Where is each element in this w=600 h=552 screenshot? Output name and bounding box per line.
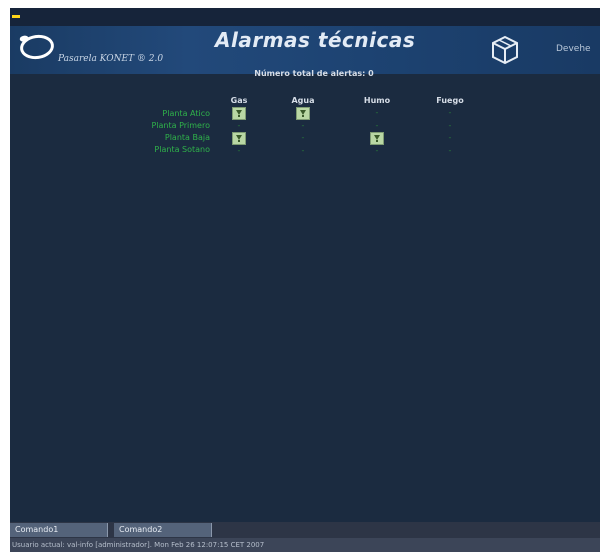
empty-cell-dash: - [375, 121, 379, 130]
cell-atico-fuego: - [420, 107, 480, 119]
cell-primero-fuego: - [420, 120, 480, 132]
alarm-icon [296, 106, 310, 120]
cell-sotano-gas: - [209, 145, 269, 157]
cell-primero-gas: - [209, 120, 269, 132]
column-header-humo: Humo [363, 96, 391, 105]
logo-text: Pasarela KONET ® 2.0 [58, 54, 164, 64]
top-strip [10, 8, 600, 26]
empty-cell-dash: - [375, 108, 379, 117]
cube-logo-icon [492, 35, 518, 65]
cell-primero-agua: - [273, 120, 333, 132]
cell-baja-agua: - [273, 132, 333, 144]
header-banner: Pasarela KONET ® 2.0 Alarmas técnicas De… [10, 26, 600, 74]
empty-cell-dash: - [375, 146, 379, 155]
cell-baja-fuego: - [420, 132, 480, 144]
cell-atico-agua[interactable] [273, 106, 333, 120]
row-label-planta-baja: Planta Baja [164, 133, 210, 142]
empty-cell-dash: - [448, 108, 452, 117]
row-label-planta-primero: Planta Primero [151, 121, 210, 130]
column-header-gas: Gas [230, 96, 248, 105]
cell-atico-humo: - [347, 107, 407, 119]
cell-baja-gas[interactable] [209, 131, 269, 145]
konet-logo-icon [18, 32, 56, 62]
comando2-button[interactable]: Comando2 [114, 523, 212, 537]
row-label-planta-atico: Planta Atico [162, 109, 210, 118]
cell-sotano-fuego: - [420, 145, 480, 157]
empty-cell-dash: - [301, 121, 305, 130]
command-bar: Comando1 Comando2 [10, 522, 600, 538]
cell-primero-humo: - [347, 120, 407, 132]
alert-total-count: Número total de alertas: 0 [254, 69, 374, 78]
alarm-icon [232, 131, 246, 145]
row-label-planta-sotano: Planta Sotano [154, 145, 210, 154]
status-indicator [12, 15, 20, 18]
app-window: Pasarela KONET ® 2.0 Alarmas técnicas De… [10, 8, 600, 552]
cell-sotano-humo: - [347, 145, 407, 157]
column-header-fuego: Fuego [436, 96, 464, 105]
column-header-agua: Agua [291, 96, 315, 105]
cell-atico-gas[interactable] [209, 106, 269, 120]
cell-baja-humo[interactable] [347, 131, 407, 145]
empty-cell-dash: - [448, 121, 452, 130]
empty-cell-dash: - [301, 146, 305, 155]
empty-cell-dash: - [237, 121, 241, 130]
empty-cell-dash: - [237, 146, 241, 155]
cell-sotano-agua: - [273, 145, 333, 157]
empty-cell-dash: - [301, 133, 305, 142]
header-right-text: Devehe [556, 44, 591, 54]
alarm-icon [370, 131, 384, 145]
comando1-button[interactable]: Comando1 [10, 523, 108, 537]
alarm-icon [232, 106, 246, 120]
empty-cell-dash: - [448, 133, 452, 142]
page-title: Alarmas técnicas [215, 28, 416, 52]
status-bar: Usuario actual: val-info [administrador]… [10, 538, 600, 552]
empty-cell-dash: - [448, 146, 452, 155]
